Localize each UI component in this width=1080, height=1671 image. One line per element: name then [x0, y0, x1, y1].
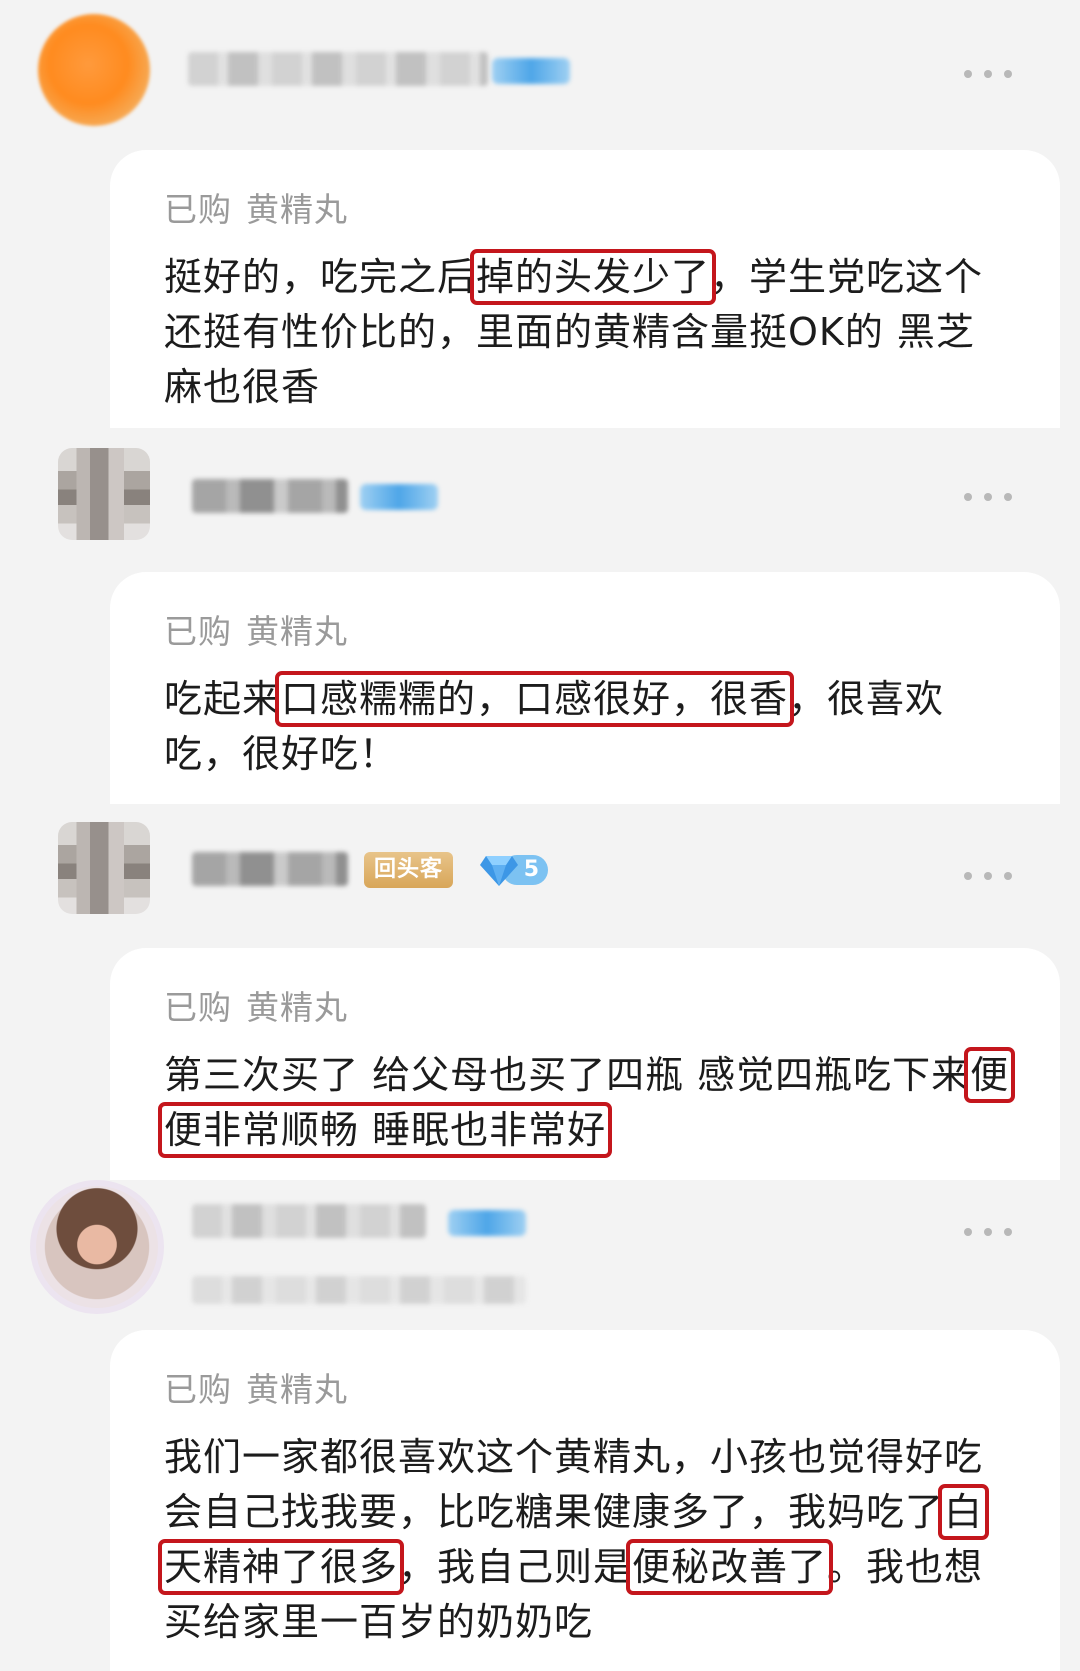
reviewer-row-3: 回头客 5 [0, 804, 1080, 944]
diamond-level-badge: 5 [480, 850, 550, 890]
highlighted-phrase: 掉的头发少了 [470, 249, 717, 305]
member-level-badge [492, 58, 570, 84]
username-blurred[interactable] [192, 852, 348, 886]
purchased-label: 已购 [164, 988, 232, 1027]
review-card-2: 已购 黄精丸 吃起来口感糯糯的，口感很好，很香，很喜欢吃，很好吃！ [110, 572, 1060, 804]
returning-customer-badge: 回头客 [364, 852, 454, 888]
review-text-segment: 吃起来 [164, 677, 282, 721]
user-avatar[interactable] [38, 14, 150, 126]
member-level-badge [360, 484, 438, 510]
purchased-label: 已购 [164, 190, 232, 229]
more-options-icon[interactable] [964, 491, 1012, 503]
review-feed: 已购 黄精丸 挺好的，吃完之后掉的头发少了，学生党吃这个还挺有性价比的，里面的黄精… [0, 0, 1080, 1671]
highlighted-phrase: 口感糯糯的，口感很好，很香 [275, 671, 795, 727]
product-name: 黄精丸 [246, 190, 348, 229]
review-text: 我们一家都很喜欢这个黄精丸，小孩也觉得好吃会自己找我要，比吃糖果健康多了，我妈吃… [157, 1430, 1012, 1650]
username-blurred[interactable] [188, 52, 488, 86]
product-name: 黄精丸 [246, 612, 348, 651]
review-text-segment: 挺好的，吃完之后 [164, 255, 477, 299]
product-name: 黄精丸 [246, 988, 348, 1027]
purchase-info: 已购 黄精丸 [164, 1368, 1012, 1412]
reviewer-row-2 [0, 428, 1080, 568]
review-text: 吃起来口感糯糯的，口感很好，很香，很喜欢吃，很好吃！ [164, 671, 1012, 782]
review-text-segment: 我们一家都很喜欢这个黄精丸，小孩也觉得好吃会自己找我要，比吃糖果健康多了，我妈吃… [164, 1435, 984, 1534]
purchased-label: 已购 [164, 1370, 232, 1409]
review-text: 挺好的，吃完之后掉的头发少了，学生党吃这个还挺有性价比的，里面的黄精含量挺OK的… [164, 249, 1012, 415]
review-card-3: 已购 黄精丸 第三次买了 给父母也买了四瓶 感觉四瓶吃下来便便非常顺畅 睡眠也非常… [110, 948, 1060, 1180]
product-name: 黄精丸 [246, 1370, 348, 1409]
review-card-1: 已购 黄精丸 挺好的，吃完之后掉的头发少了，学生党吃这个还挺有性价比的，里面的黄精… [110, 150, 1060, 428]
purchase-info: 已购 黄精丸 [164, 610, 1012, 654]
reviewer-row-1 [0, 0, 1080, 140]
reviewer-row-4 [0, 1180, 1080, 1330]
user-avatar[interactable] [30, 1180, 164, 1314]
more-options-icon[interactable] [964, 1226, 1012, 1238]
review-text: 第三次买了 给父母也买了四瓶 感觉四瓶吃下来便便非常顺畅 睡眠也非常好 [157, 1047, 1016, 1158]
purchase-info: 已购 黄精丸 [164, 188, 1012, 232]
purchased-label: 已购 [164, 612, 232, 651]
more-options-icon[interactable] [964, 870, 1012, 882]
review-text-segment: 第三次买了 给父母也买了四瓶 感觉四瓶吃下来 [164, 1053, 971, 1097]
username-blurred[interactable] [192, 479, 348, 513]
user-avatar[interactable] [58, 822, 150, 914]
highlighted-phrase: 便秘改善了 [626, 1539, 834, 1595]
more-options-icon[interactable] [964, 68, 1012, 80]
member-level-badge [448, 1210, 526, 1236]
diamond-icon [480, 856, 518, 886]
user-avatar[interactable] [58, 448, 150, 540]
username-blurred[interactable] [192, 1204, 426, 1238]
user-info-blurred [192, 1276, 526, 1304]
purchase-info: 已购 黄精丸 [164, 986, 1012, 1030]
review-text-segment: ，我自己则是 [398, 1545, 633, 1589]
review-card-4: 已购 黄精丸 我们一家都很喜欢这个黄精丸，小孩也觉得好吃会自己找我要，比吃糖果健康… [110, 1330, 1060, 1671]
